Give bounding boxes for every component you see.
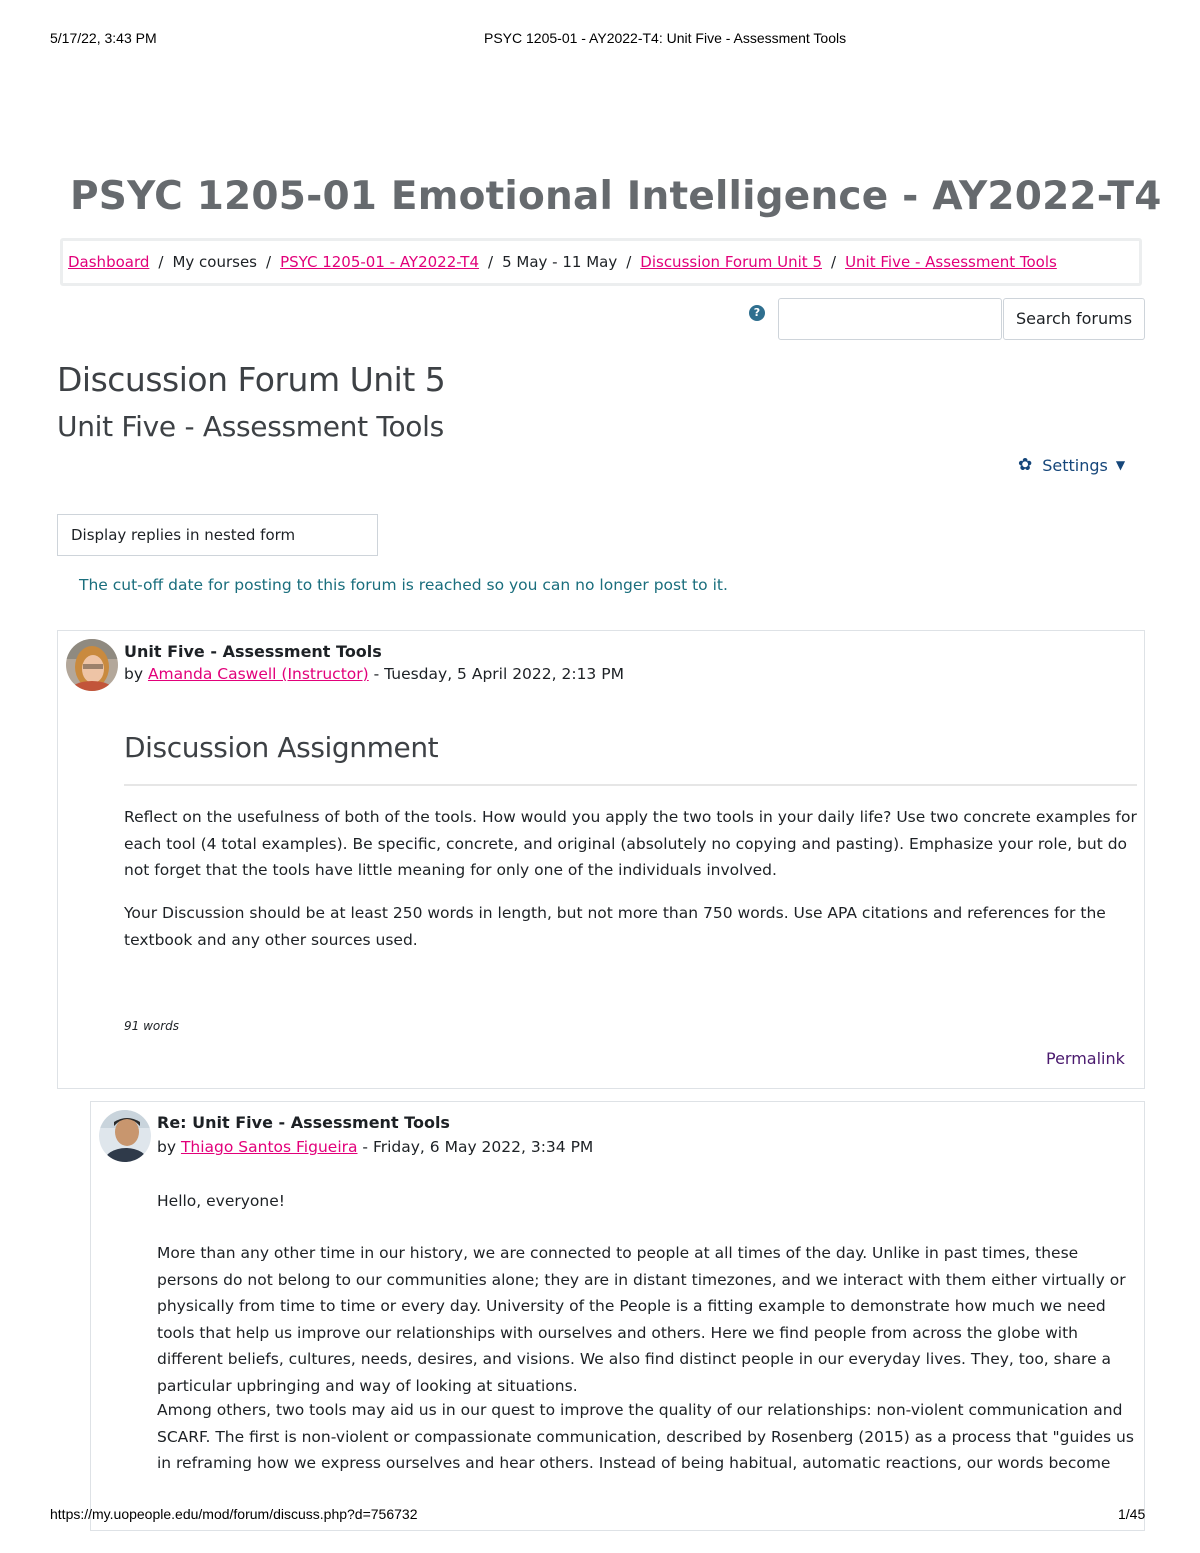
breadcrumb-separator: /	[488, 253, 494, 271]
post-paragraph: Your Discussion should be at least 250 w…	[124, 904, 1106, 949]
print-datetime: 5/17/22, 3:43 PM	[50, 30, 157, 46]
word-count: 91 words	[124, 1019, 180, 1033]
forum-reply: Re: Unit Five - Assessment Tools by Thia…	[90, 1101, 1145, 1531]
breadcrumb-course[interactable]: PSYC 1205-01 - AY2022-T4	[280, 253, 479, 271]
author-link[interactable]: Thiago Santos Figueira	[181, 1138, 358, 1156]
print-page-number: 1/45	[1118, 1506, 1146, 1522]
post-date: - Tuesday, 5 April 2022, 2:13 PM	[368, 665, 624, 683]
discussion-title: Unit Five - Assessment Tools	[57, 410, 444, 443]
reply-paragraph: Among others, two tools may aid us in ou…	[157, 1401, 1134, 1472]
forum-title: Discussion Forum Unit 5	[57, 360, 446, 399]
print-url: https://my.uopeople.edu/mod/forum/discus…	[50, 1506, 418, 1522]
gear-icon: ✿	[1018, 455, 1033, 475]
search-forums-button[interactable]: Search forums	[1003, 298, 1145, 340]
breadcrumb: Dashboard / My courses / PSYC 1205-01 - …	[60, 238, 1142, 286]
forum-post: Unit Five - Assessment Tools by Amanda C…	[57, 630, 1145, 1089]
post-subject: Unit Five - Assessment Tools	[124, 642, 382, 661]
settings-menu[interactable]: ✿ Settings ▼	[1018, 455, 1125, 475]
avatar[interactable]	[99, 1110, 151, 1162]
print-page-title: PSYC 1205-01 - AY2022-T4: Unit Five - As…	[484, 30, 847, 46]
breadcrumb-separator: /	[626, 253, 632, 271]
caret-down-icon: ▼	[1115, 458, 1126, 472]
permalink-link[interactable]: Permalink	[1046, 1049, 1125, 1068]
by-label: by	[124, 665, 144, 683]
divider	[124, 784, 1137, 786]
author-link[interactable]: Amanda Caswell (Instructor)	[148, 665, 369, 683]
breadcrumb-discussion[interactable]: Unit Five - Assessment Tools	[845, 253, 1057, 271]
search-input[interactable]	[778, 298, 1002, 340]
breadcrumb-separator: /	[158, 253, 164, 271]
breadcrumb-separator: /	[266, 253, 272, 271]
post-paragraph: Reflect on the usefulness of both of the…	[124, 808, 1137, 879]
help-icon[interactable]: ?	[749, 305, 765, 321]
reply-byline: by Thiago Santos Figueira - Friday, 6 Ma…	[157, 1138, 593, 1156]
display-mode-select[interactable]: Display replies in nested form	[57, 514, 378, 556]
reply-date: - Friday, 6 May 2022, 3:34 PM	[357, 1138, 594, 1156]
breadcrumb-dashboard[interactable]: Dashboard	[68, 253, 149, 271]
reply-paragraph: More than any other time in our history,…	[157, 1244, 1126, 1395]
settings-label: Settings	[1042, 455, 1108, 475]
post-byline: by Amanda Caswell (Instructor) - Tuesday…	[124, 665, 624, 683]
breadcrumb-week: 5 May - 11 May	[502, 253, 618, 271]
breadcrumb-separator: /	[831, 253, 837, 271]
reply-paragraph: Hello, everyone!	[157, 1192, 285, 1210]
reply-subject: Re: Unit Five - Assessment Tools	[157, 1113, 450, 1132]
by-label: by	[157, 1138, 177, 1156]
breadcrumb-my-courses: My courses	[172, 253, 257, 271]
post-heading: Discussion Assignment	[124, 731, 439, 764]
avatar[interactable]	[66, 639, 118, 691]
cutoff-notice: The cut-off date for posting to this for…	[79, 576, 728, 594]
breadcrumb-forum[interactable]: Discussion Forum Unit 5	[640, 253, 822, 271]
course-title: PSYC 1205-01 Emotional Intelligence - AY…	[70, 174, 1162, 219]
